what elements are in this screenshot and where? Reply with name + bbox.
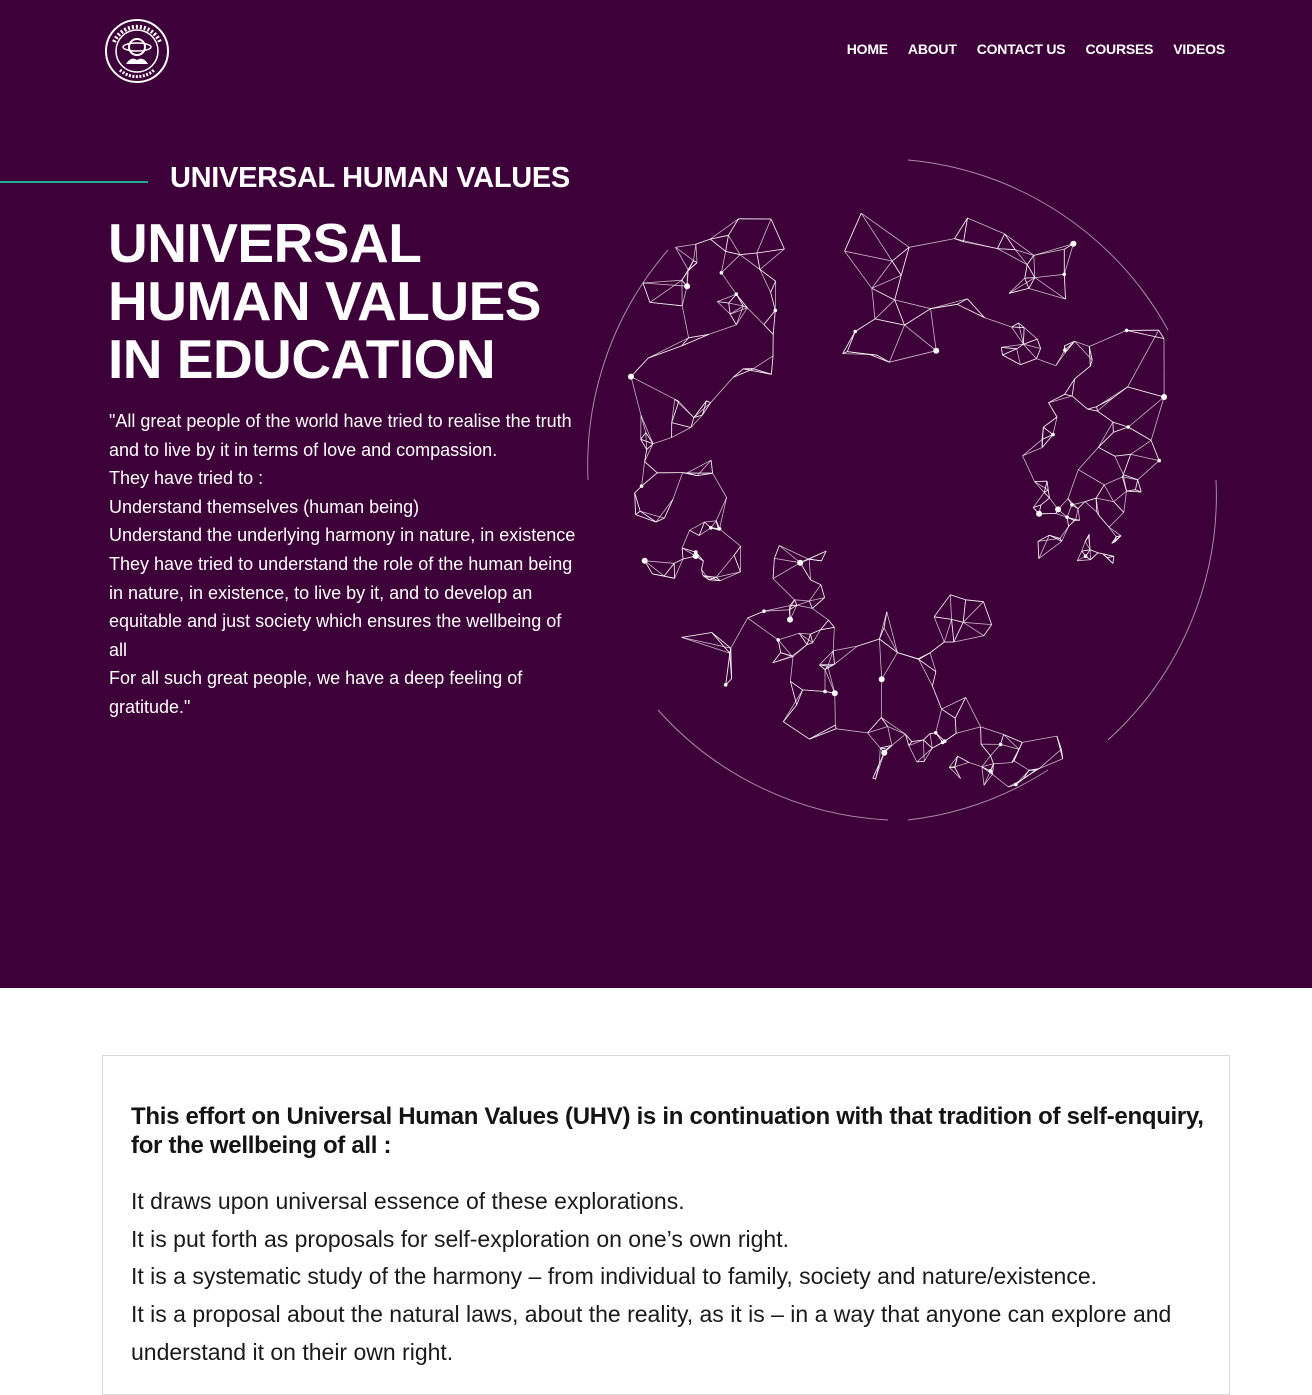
hero-title: UNIVERSAL HUMAN VALUES IN EDUCATION: [108, 214, 628, 388]
hero-title-line: HUMAN VALUES: [108, 272, 628, 330]
network-globe-illustration: [548, 150, 1228, 830]
accent-line: [0, 181, 148, 183]
quote-line: "All great people of the world have trie…: [109, 407, 579, 464]
nav-home[interactable]: HOME: [847, 41, 888, 57]
card-points: It draws upon universal essence of these…: [131, 1183, 1221, 1372]
card-point: It is a proposal about the natural laws,…: [131, 1296, 1221, 1371]
hero-section: HOME ABOUT CONTACT US COURSES VIDEOS UNI…: [0, 0, 1312, 988]
hero-title-line: IN EDUCATION: [108, 330, 628, 388]
quote-line: Understand themselves (human being): [109, 493, 579, 522]
uhv-logo-icon[interactable]: [104, 18, 170, 84]
hero-eyebrow: UNIVERSAL HUMAN VALUES: [170, 162, 570, 195]
nav-contact-us[interactable]: CONTACT US: [977, 41, 1066, 57]
hero-title-line: UNIVERSAL: [108, 214, 628, 272]
nav-courses[interactable]: COURSES: [1085, 41, 1153, 57]
quote-line: Understand the underlying harmony in nat…: [109, 521, 579, 550]
nav-videos[interactable]: VIDEOS: [1173, 41, 1225, 57]
card-heading: This effort on Universal Human Values (U…: [131, 1102, 1211, 1160]
card-point: It draws upon universal essence of these…: [131, 1183, 1221, 1221]
card-point: It is put forth as proposals for self-ex…: [131, 1221, 1221, 1259]
quote-line: They have tried to understand the role o…: [109, 550, 579, 664]
hero-quote: "All great people of the world have trie…: [109, 407, 579, 722]
quote-line: They have tried to :: [109, 464, 579, 493]
quote-line: For all such great people, we have a dee…: [109, 664, 579, 721]
nav-about[interactable]: ABOUT: [908, 41, 957, 57]
card-point: It is a systematic study of the harmony …: [131, 1258, 1221, 1296]
main-nav: HOME ABOUT CONTACT US COURSES VIDEOS: [847, 41, 1225, 57]
uhv-effort-card: This effort on Universal Human Values (U…: [102, 1055, 1230, 1395]
